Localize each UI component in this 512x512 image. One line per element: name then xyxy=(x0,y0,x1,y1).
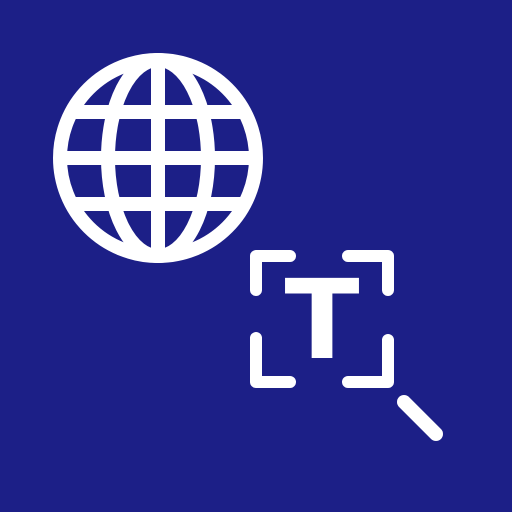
scan-letter: T xyxy=(284,256,359,384)
app-icon: T xyxy=(0,0,512,512)
globe-icon xyxy=(53,53,263,263)
magnifier-icon xyxy=(397,395,443,441)
app-icon-artwork: T xyxy=(53,53,443,441)
